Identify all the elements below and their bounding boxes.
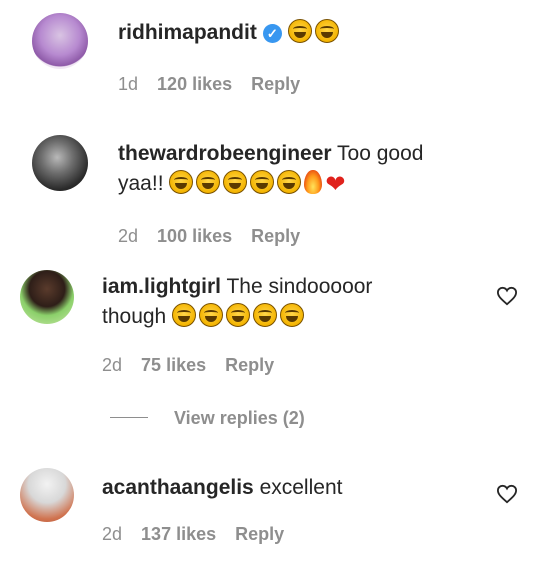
avatar[interactable] [32,135,88,191]
comment-text: Too good [337,142,424,165]
reply-button[interactable]: Reply [251,226,300,246]
face-with-tears-of-joy-icon [277,170,302,194]
avatar[interactable] [20,468,74,522]
comment-meta: 2d 137 likes Reply [102,524,298,545]
view-replies-button[interactable]: View replies (2) [110,408,305,429]
comment-text-line: thewardrobeengineer Too good [118,138,423,169]
face-with-tears-of-joy-icon [196,170,221,194]
verified-badge-icon: ✓ [262,24,282,43]
comment-text: excellent [259,476,343,499]
likes-count[interactable]: 137 likes [141,524,216,544]
comment-text: The sindooooor [226,275,373,298]
face-with-tears-of-joy-icon [253,303,278,327]
avatar[interactable] [20,270,74,324]
likes-count[interactable]: 120 likes [157,74,232,94]
likes-count[interactable]: 75 likes [141,355,206,375]
timestamp: 2d [102,355,123,375]
comment-text-line: acanthaangelis excellent [102,472,342,503]
divider-line [110,417,148,418]
timestamp: 1d [118,74,139,94]
username[interactable]: ridhimapandit [118,21,257,44]
red-heart-icon: ❤ [325,171,346,198]
timestamp: 2d [118,226,139,246]
reply-button[interactable]: Reply [225,355,274,375]
timestamp: 2d [102,524,123,544]
face-with-tears-of-joy-icon [172,303,197,327]
face-with-tears-of-joy-icon [223,170,248,194]
comment-text-line: ridhimapandit ✓ [118,17,342,48]
like-heart-icon[interactable] [496,484,518,504]
face-with-tears-of-joy-icon [169,170,194,194]
face-with-tears-of-joy-icon [199,303,224,327]
like-heart-icon[interactable] [496,286,518,306]
reply-button[interactable]: Reply [235,524,284,544]
comment-text-line: yaa!! ❤ [118,168,345,200]
face-with-tears-of-joy-icon [287,19,312,43]
comment-text: though [102,305,167,328]
likes-count[interactable]: 100 likes [157,226,232,246]
comment-text: yaa!! [118,172,164,195]
comment-meta: 2d 100 likes Reply [118,226,314,247]
face-with-tears-of-joy-icon [280,303,305,327]
comment-text-line: iam.lightgirl The sindooooor [102,271,372,302]
view-replies-label: View replies (2) [174,408,305,428]
comment-meta: 2d 75 likes Reply [102,355,288,376]
face-with-tears-of-joy-icon [314,19,339,43]
reply-button[interactable]: Reply [251,74,300,94]
comment-text-line: though [102,301,307,332]
face-with-tears-of-joy-icon [226,303,251,327]
fire-icon [304,170,323,194]
avatar[interactable] [32,13,88,69]
face-with-tears-of-joy-icon [250,170,275,194]
username[interactable]: thewardrobeengineer [118,142,332,165]
comment-meta: 1d 120 likes Reply [118,74,314,95]
username[interactable]: acanthaangelis [102,476,254,499]
username[interactable]: iam.lightgirl [102,275,221,298]
